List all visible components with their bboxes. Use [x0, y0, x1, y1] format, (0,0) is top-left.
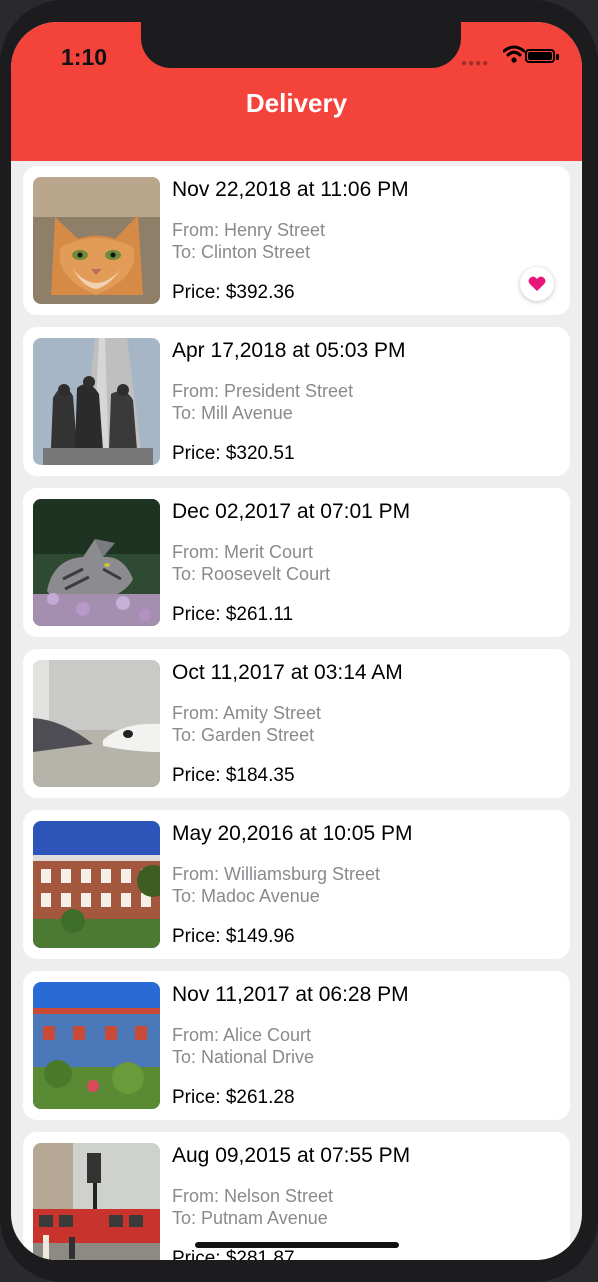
delivery-price: Price: $392.36 — [172, 282, 295, 303]
delivery-card[interactable]: Aug 09,2015 at 07:55 PM From: Nelson Str… — [23, 1132, 570, 1260]
device-notch — [141, 22, 461, 68]
brick-house-image — [33, 821, 160, 948]
delivery-price: Price: $261.28 — [172, 1087, 295, 1108]
delivery-date: Aug 09,2015 at 07:55 PM — [172, 1144, 411, 1167]
wifi-icon — [503, 45, 525, 63]
delivery-date: Oct 11,2017 at 03:14 AM — [172, 661, 403, 684]
signal-icon: ●●●● — [461, 58, 490, 69]
delivery-from: From: Henry Street — [172, 220, 326, 240]
favorite-button[interactable] — [520, 267, 554, 301]
battery-icon — [525, 49, 555, 63]
status-icons: ●●●● — [461, 45, 571, 69]
statue-image — [33, 338, 160, 465]
delivery-to: To: Madoc Avenue — [172, 886, 320, 906]
delivery-card[interactable]: Nov 22,2018 at 11:06 PM From: Henry Stre… — [23, 166, 570, 315]
delivery-date: Nov 11,2017 at 06:28 PM — [172, 983, 409, 1006]
orange-cat-image — [33, 177, 160, 304]
delivery-card[interactable]: Nov 11,2017 at 06:28 PM From: Alice Cour… — [23, 971, 570, 1120]
delivery-card[interactable]: Dec 02,2017 at 07:01 PM From: Merit Cour… — [23, 488, 570, 637]
blue-house-image — [33, 982, 160, 1109]
app-screen: 1:10 ●●●● Delivery Nov 22,2018 at 11:06 … — [11, 22, 582, 1260]
page-title: Delivery — [245, 88, 348, 118]
delivery-from: From: Williamsburg Street — [172, 864, 381, 884]
battery-tip — [556, 54, 559, 60]
delivery-from: From: Merit Court — [172, 542, 314, 562]
delivery-price: Price: $184.35 — [172, 765, 295, 786]
delivery-date: Nov 22,2018 at 11:06 PM — [172, 178, 409, 201]
device-frame: 1:10 ●●●● Delivery Nov 22,2018 at 11:06 … — [0, 0, 598, 1282]
delivery-to: To: Putnam Avenue — [172, 1208, 328, 1228]
tabby-cat-image — [33, 499, 160, 626]
heart-icon — [528, 276, 546, 291]
delivery-to: To: Roosevelt Court — [172, 564, 331, 584]
delivery-price: Price: $281.87 — [172, 1248, 295, 1260]
delivery-from: From: Nelson Street — [172, 1186, 334, 1206]
nav-header: 1:10 ●●●● Delivery — [11, 22, 582, 161]
delivery-date: Dec 02,2017 at 07:01 PM — [172, 500, 411, 523]
delivery-card[interactable]: May 20,2016 at 10:05 PM From: Williamsbu… — [23, 810, 570, 959]
delivery-date: May 20,2016 at 10:05 PM — [172, 822, 413, 845]
delivery-to: To: Clinton Street — [172, 242, 311, 262]
delivery-from: From: President Street — [172, 381, 354, 401]
delivery-date: Apr 17,2018 at 05:03 PM — [172, 339, 406, 362]
delivery-from: From: Alice Court — [172, 1025, 312, 1045]
delivery-from: From: Amity Street — [172, 703, 322, 723]
delivery-price: Price: $320.51 — [172, 443, 295, 464]
delivery-to: To: National Drive — [172, 1047, 315, 1067]
delivery-card[interactable]: Apr 17,2018 at 05:03 PM From: President … — [23, 327, 570, 476]
delivery-card[interactable]: Oct 11,2017 at 03:14 AM From: Amity Stre… — [23, 649, 570, 798]
delivery-price: Price: $261.11 — [172, 604, 294, 625]
home-indicator[interactable] — [195, 1242, 399, 1248]
delivery-to: To: Garden Street — [172, 725, 315, 745]
status-time: 1:10 — [61, 44, 108, 70]
delivery-to: To: Mill Avenue — [172, 403, 293, 423]
delivery-price: Price: $149.96 — [172, 926, 295, 947]
tram-street-image — [33, 1143, 160, 1260]
sleeping-cat-image — [33, 660, 160, 787]
